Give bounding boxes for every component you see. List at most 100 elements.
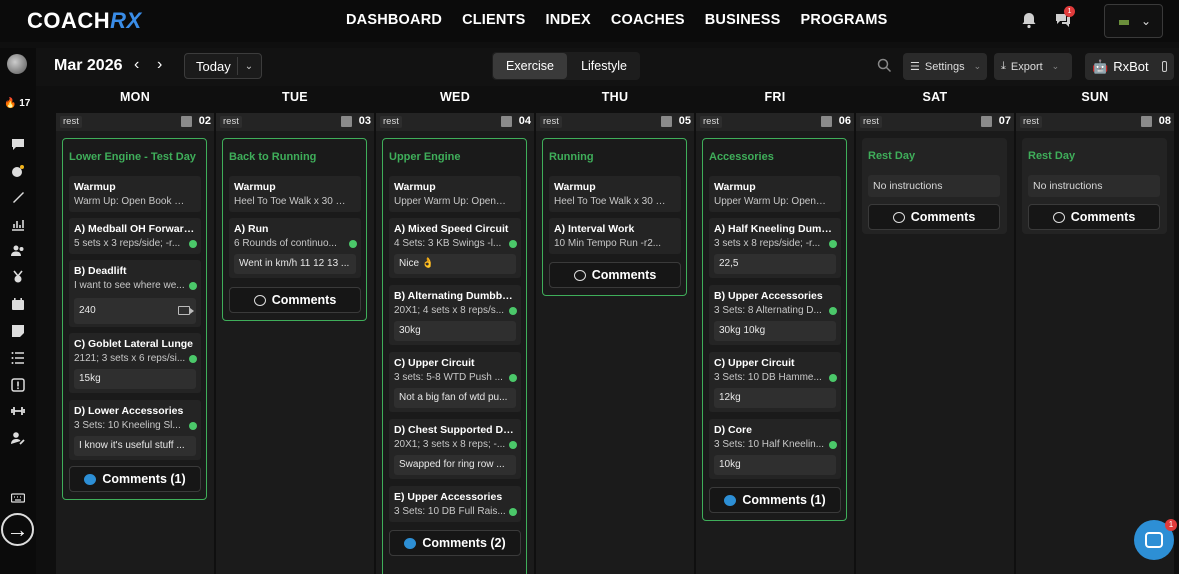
nav-clients[interactable]: CLIENTS xyxy=(462,12,525,28)
workout-card[interactable]: Lower Engine - Test Day Warmup Warm Up: … xyxy=(62,138,207,500)
exercise-item[interactable]: C) Goblet Lateral Lunge 2121; 3 sets x 6… xyxy=(69,333,201,393)
tab-exercise[interactable]: Exercise xyxy=(493,53,567,79)
nav-index[interactable]: INDEX xyxy=(546,12,591,28)
exercise-item[interactable]: Warmup Upper Warm Up: Open ... xyxy=(709,176,841,212)
completed-check-icon xyxy=(829,441,837,449)
workout-card[interactable]: Back to Running Warmup Heel To Toe Walk … xyxy=(222,138,367,321)
exercise-item[interactable]: C) Upper Circuit 3 sets: 5-8 WTD Push ..… xyxy=(389,352,521,412)
note-icon[interactable] xyxy=(501,116,512,127)
exercise-item[interactable]: A) Run 6 Rounds of continuo... Went in k… xyxy=(229,218,361,278)
today-label: Today xyxy=(196,58,231,74)
exercise-item[interactable]: D) Lower Accessories 3 Sets: 10 Kneeling… xyxy=(69,400,201,460)
expand-sidebar-arrow-icon[interactable]: → xyxy=(1,513,34,546)
exercise-item[interactable]: D) Core 3 Sets: 10 Half Kneelin... 10kg xyxy=(709,419,841,479)
workout-title[interactable]: Accessories xyxy=(709,151,774,163)
note-icon[interactable] xyxy=(10,324,25,337)
day-column-fri[interactable]: rest 06 Accessories Warmup Upper Warm Up… xyxy=(696,113,854,574)
exercise-item[interactable]: E) Upper Accessories 3 Sets: 10 DB Full … xyxy=(389,486,521,522)
rest-day-card[interactable]: Rest Day No instructions Comments xyxy=(862,138,1007,234)
today-button[interactable]: Today ⌄ xyxy=(184,53,262,79)
medal-icon[interactable] xyxy=(10,270,25,283)
comments-button[interactable]: Comments (1) xyxy=(709,487,841,513)
workout-card[interactable]: Accessories Warmup Upper Warm Up: Open .… xyxy=(702,138,847,521)
rest-tag[interactable]: rest xyxy=(540,116,562,128)
ruler-icon[interactable] xyxy=(10,190,25,203)
day-column-tue[interactable]: rest 03 Back to Running Warmup Heel To T… xyxy=(216,113,374,574)
tab-lifestyle[interactable]: Lifestyle xyxy=(569,53,639,79)
nav-business[interactable]: BUSINESS xyxy=(705,12,781,28)
note-icon[interactable] xyxy=(181,116,192,127)
exercise-item[interactable]: Warmup Heel To Toe Walk x 30 H... xyxy=(229,176,361,212)
rest-tag[interactable]: rest xyxy=(1020,116,1042,128)
rest-tag[interactable]: rest xyxy=(860,116,882,128)
search-icon[interactable] xyxy=(877,58,892,73)
day-column-sat[interactable]: rest 07 Rest Day No instructions Comment… xyxy=(856,113,1014,574)
keyboard-icon[interactable] xyxy=(10,491,25,504)
nav-dashboard[interactable]: DASHBOARD xyxy=(346,12,442,28)
note-icon[interactable] xyxy=(1141,116,1152,127)
exercise-item[interactable]: Warmup Warm Up: Open Book St... xyxy=(69,176,201,212)
exercise-item[interactable]: A) Interval Work 10 Min Tempo Run -r2... xyxy=(549,218,681,254)
comments-button[interactable]: Comments xyxy=(549,262,681,288)
video-icon[interactable] xyxy=(178,306,194,315)
side-panel-icon[interactable] xyxy=(1161,61,1167,72)
users-icon[interactable] xyxy=(10,244,25,257)
workout-title[interactable]: Running xyxy=(549,151,594,163)
exercise-desc: 2121; 3 sets x 6 reps/si... xyxy=(74,353,186,364)
rest-tag[interactable]: rest xyxy=(60,116,82,128)
exercise-item[interactable]: Warmup Upper Warm Up: Open ... xyxy=(389,176,521,212)
alert-box-icon[interactable] xyxy=(10,377,25,392)
leaf-icon[interactable] xyxy=(10,164,25,177)
comments-button[interactable]: Comments xyxy=(868,204,1000,230)
next-arrow-icon[interactable]: › xyxy=(157,56,162,74)
workout-card[interactable]: Running Warmup Heel To Toe Walk x 30 H..… xyxy=(542,138,687,296)
calendar-icon[interactable] xyxy=(10,297,25,310)
exercise-item[interactable]: B) Alternating Dumbbel... 20X1; 4 sets x… xyxy=(389,285,521,345)
note-icon[interactable] xyxy=(981,116,992,127)
day-column-mon[interactable]: rest 02 Lower Engine - Test Day Warmup W… xyxy=(56,113,214,574)
list-icon[interactable] xyxy=(10,351,25,364)
coachrx-logo[interactable]: COACHRX xyxy=(27,8,142,34)
workout-card[interactable]: Upper Engine Warmup Upper Warm Up: Open … xyxy=(382,138,527,574)
exercise-item[interactable]: Warmup Heel To Toe Walk x 30 H... xyxy=(549,176,681,212)
settings-button[interactable]: ☰ Settings ⌄ xyxy=(903,53,987,80)
export-button[interactable]: ⤓ Export ⌄ xyxy=(994,53,1072,80)
exercise-item[interactable]: A) Mixed Speed Circuit 4 Sets: 3 KB Swin… xyxy=(389,218,521,278)
rest-tag[interactable]: rest xyxy=(220,116,242,128)
workout-title[interactable]: Upper Engine xyxy=(389,151,461,163)
rest-tag[interactable]: rest xyxy=(380,116,402,128)
day-column-sun[interactable]: rest 08 Rest Day No instructions Comment… xyxy=(1016,113,1174,574)
exercise-item[interactable]: B) Upper Accessories 3 Sets: 8 Alternati… xyxy=(709,285,841,345)
comments-button[interactable]: Comments (1) xyxy=(69,466,201,492)
rest-day-card[interactable]: Rest Day No instructions Comments xyxy=(1022,138,1167,234)
chat-icon[interactable] xyxy=(10,137,25,150)
comments-button[interactable]: Comments xyxy=(1028,204,1160,230)
bell-icon[interactable] xyxy=(1020,11,1038,29)
comments-button[interactable]: Comments (2) xyxy=(389,530,521,556)
rest-tag[interactable]: rest xyxy=(700,116,722,128)
workout-title[interactable]: Lower Engine - Test Day xyxy=(69,151,196,163)
exercise-item[interactable]: A) Medball OH Forward... 5 sets x 3 reps… xyxy=(69,218,201,254)
nav-programs[interactable]: PROGRAMS xyxy=(800,12,887,28)
exercise-item[interactable]: C) Upper Circuit 3 Sets: 10 DB Hamme... … xyxy=(709,352,841,412)
previous-arrow-icon[interactable]: ‹ xyxy=(134,56,139,74)
day-column-wed[interactable]: rest 04 Upper Engine Warmup Upper Warm U… xyxy=(376,113,534,574)
exercise-item[interactable]: A) Half Kneeling Dumb... 3 sets x 8 reps… xyxy=(709,218,841,278)
user-edit-icon[interactable] xyxy=(10,431,25,445)
comments-button[interactable]: Comments xyxy=(229,287,361,313)
note-icon[interactable] xyxy=(821,116,832,127)
support-chat-button[interactable]: 1 xyxy=(1134,519,1177,560)
note-icon[interactable] xyxy=(341,116,352,127)
chevron-down-icon[interactable]: ⌄ xyxy=(245,61,253,72)
profile-menu-button[interactable]: ⌄ xyxy=(1104,4,1163,38)
workout-title[interactable]: Back to Running xyxy=(229,151,316,163)
day-column-thu[interactable]: rest 05 Running Warmup Heel To Toe Walk … xyxy=(536,113,694,574)
chart-icon[interactable] xyxy=(10,217,25,231)
exercise-item[interactable]: D) Chest Supported Du... 20X1; 3 sets x … xyxy=(389,419,521,479)
rxbot-button[interactable]: 🤖 RxBot xyxy=(1085,53,1174,80)
exercise-item[interactable]: B) Deadlift I want to see where we... 24… xyxy=(69,260,201,327)
dumbbell-icon[interactable] xyxy=(10,404,25,417)
nav-coaches[interactable]: COACHES xyxy=(611,12,685,28)
avatar[interactable] xyxy=(7,54,27,74)
note-icon[interactable] xyxy=(661,116,672,127)
